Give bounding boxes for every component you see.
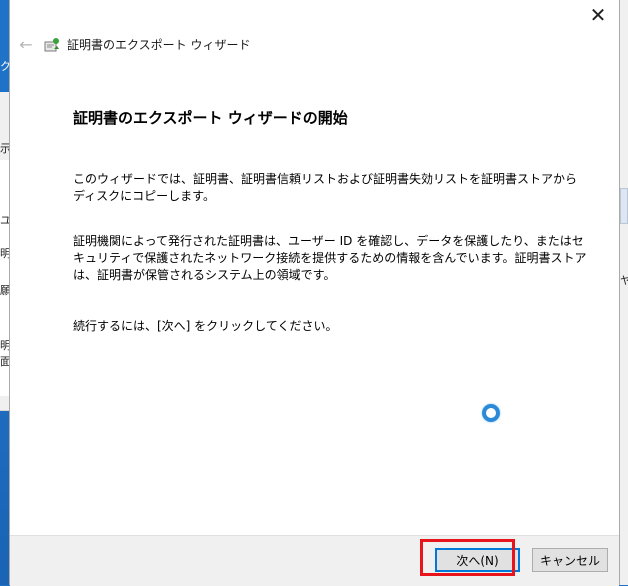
page-heading: 証明書のエクスポート ウィザードの開始 xyxy=(73,109,348,127)
next-button[interactable]: 次へ(N) xyxy=(435,548,520,572)
cancel-button[interactable]: キャンセル xyxy=(532,548,608,572)
dialog-footer: 次へ(N) キャンセル xyxy=(10,535,619,586)
instruction-text: 続行するには、[次へ] をクリックしてください。 xyxy=(73,319,338,333)
certificate-export-wizard-dialog: ✕ ← 証明書のエクスポート ウィザード 証明書のエクスポート ウィザードの開始… xyxy=(9,0,620,586)
wizard-title-bar: ← 証明書のエクスポート ウィザード xyxy=(10,32,619,56)
loading-spinner-icon xyxy=(482,404,500,422)
bg-fragment: ヤ xyxy=(620,274,628,287)
close-button[interactable]: ✕ xyxy=(583,2,613,28)
wizard-title: 証明書のエクスポート ウィザード xyxy=(67,38,251,52)
description-paragraph-1: このウィザードでは、証明書、証明書信頼リストおよび証明書失効リストを証明書ストア… xyxy=(73,172,578,203)
certificate-icon xyxy=(44,38,59,52)
back-arrow-icon[interactable]: ← xyxy=(16,32,36,56)
background-window-right: ヤ xyxy=(620,0,628,585)
close-icon: ✕ xyxy=(589,3,607,27)
description-paragraph-2: 証明機関によって発行された証明書は、ユーザー ID を確認し、データを保護したり… xyxy=(73,234,587,282)
